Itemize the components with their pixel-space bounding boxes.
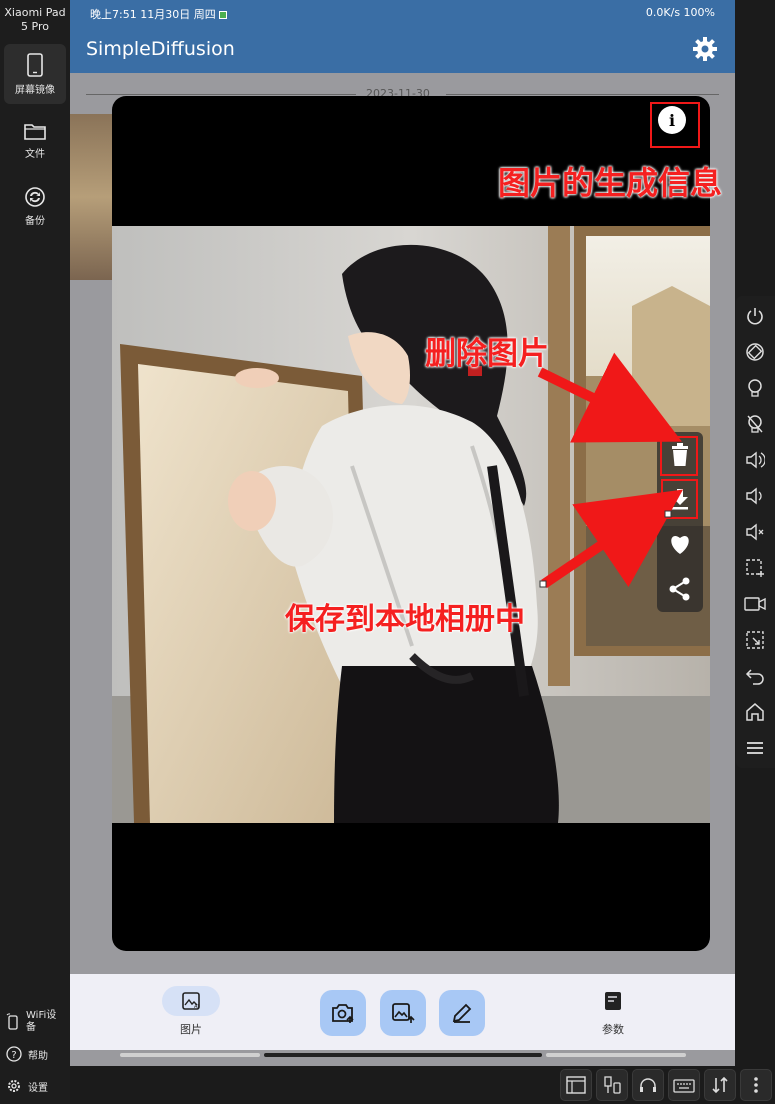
more-icon — [754, 1077, 758, 1093]
home-button[interactable] — [743, 700, 767, 724]
menu-icon — [747, 742, 763, 754]
annotation-save-label: 保存到本地相册中 — [285, 602, 525, 637]
video-icon — [744, 597, 766, 611]
menu-button[interactable] — [743, 736, 767, 760]
back-icon — [745, 669, 764, 685]
region-button[interactable] — [743, 628, 767, 652]
volume-down-icon — [746, 487, 762, 505]
audio-button[interactable] — [632, 1069, 664, 1101]
right-toolbar — [736, 296, 775, 768]
rotate-icon — [746, 343, 764, 361]
annotation-delete-label: 删除图片 — [425, 336, 549, 372]
usb-icon — [604, 1076, 621, 1094]
record-button[interactable] — [743, 592, 767, 616]
layout-button[interactable] — [560, 1069, 592, 1101]
region-icon — [746, 631, 764, 649]
mute-button[interactable] — [743, 520, 767, 544]
arrow-delete — [537, 352, 682, 443]
usb-button[interactable] — [596, 1069, 628, 1101]
more-button[interactable] — [740, 1069, 772, 1101]
screen-on-button[interactable] — [743, 376, 767, 400]
home-icon — [746, 703, 764, 721]
transfer-button[interactable] — [704, 1069, 736, 1101]
volume-up-icon — [746, 451, 765, 469]
root: Xiaomi Pad 5 Pro 屏幕镜像 文件 备份 WiFi设备 ? 帮助 … — [0, 0, 775, 1104]
arrow-save — [541, 489, 684, 589]
rotate-button[interactable] — [743, 340, 767, 364]
volume-up-button[interactable] — [743, 448, 767, 472]
annotation-info-label: 图片的生成信息 — [498, 164, 723, 202]
headphones-icon — [640, 1078, 656, 1092]
bottom-toolbar — [70, 1066, 775, 1104]
screenshot-button[interactable] — [743, 556, 767, 580]
keyboard-icon — [673, 1079, 695, 1093]
screenshot-icon — [746, 559, 764, 577]
power-icon — [747, 308, 763, 325]
bulb-icon — [748, 379, 762, 397]
mute-icon — [746, 523, 764, 541]
screen-off-button[interactable] — [743, 412, 767, 436]
bulb-off-icon — [747, 415, 763, 433]
layout-icon — [566, 1076, 586, 1094]
volume-down-button[interactable] — [743, 484, 767, 508]
back-button[interactable] — [743, 664, 767, 688]
transfer-icon — [712, 1076, 728, 1094]
power-button[interactable] — [743, 304, 767, 328]
keyboard-button[interactable] — [668, 1069, 700, 1101]
